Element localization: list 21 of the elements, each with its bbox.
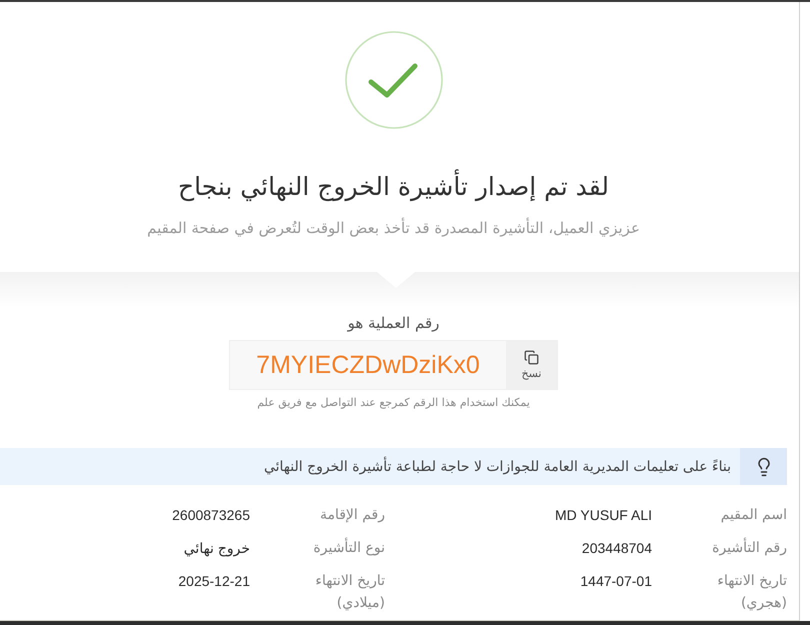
detail-value: 1447-07-01 — [580, 572, 652, 591]
notice-text: بناءً على تعليمات المديرية العامة للجوازات لا حاجة لطباعة تأشيرة الخروج النهائي — [264, 456, 732, 476]
success-title: لقد تم إصدار تأشيرة الخروج النهائي بنجاح — [178, 169, 610, 205]
copy-icon — [524, 350, 539, 365]
success-subtitle: عزيزي العميل، التأشيرة المصدرة قد تأخذ بعض الوقت لتُعرض في صفحة المقيم — [147, 217, 640, 239]
detail-label: تاريخ الانتهاء (ميلادي) — [314, 572, 385, 613]
success-check-icon — [344, 31, 442, 129]
transaction-number-label: رقم العملية هو — [348, 313, 440, 334]
detail-value: خروج نهائي — [184, 539, 250, 558]
copy-button[interactable]: نسخ — [506, 341, 557, 389]
detail-label: رقم التأشيرة — [683, 537, 787, 559]
detail-value: 2600873265 — [172, 506, 250, 525]
detail-value: 2025-12-21 — [178, 572, 250, 591]
detail-value: MD YUSUF ALI — [555, 506, 652, 525]
detail-label: رقم الإقامة — [318, 506, 385, 525]
reference-hint: يمكنك استخدام هذا الرقم كمرجع عند التواصل مع فريق علم — [257, 395, 530, 411]
detail-value: 203448704 — [582, 539, 652, 558]
detail-label: اسم المقيم — [720, 506, 787, 525]
detail-label: نوع التأشيرة — [281, 537, 385, 559]
transaction-code: 7MYIECZDwDziKx0 — [255, 350, 481, 380]
detail-label: تاريخ الانتهاء (هجري) — [716, 572, 787, 613]
